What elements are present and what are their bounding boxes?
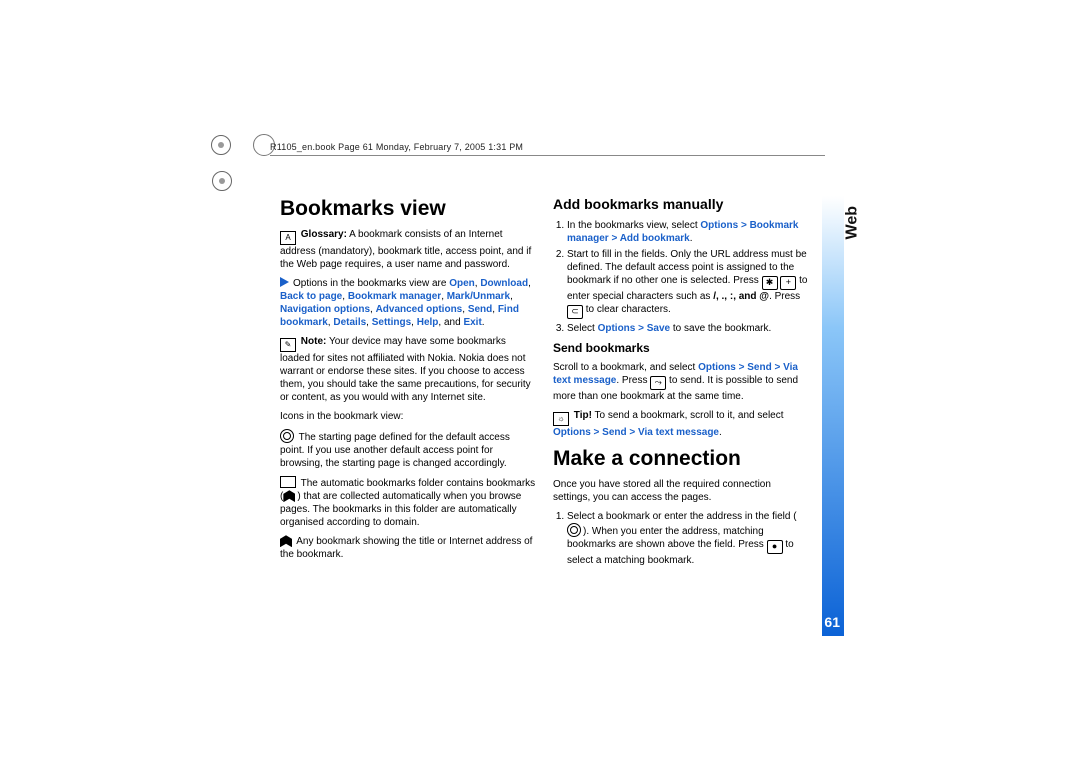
note-lead: Note: — [301, 336, 327, 347]
note-icon: ✎ — [280, 338, 296, 352]
crop-mark-icon — [212, 171, 232, 191]
tip-icon: ☼ — [553, 412, 569, 426]
tip-a: To send a bookmark, scroll to it, and se… — [592, 410, 784, 421]
options-triangle-icon — [280, 277, 289, 287]
folder-icon — [280, 476, 296, 488]
tip-b: Options > Send > Via text message — [553, 427, 719, 438]
option-open: Open — [449, 278, 475, 289]
glossary-icon: A — [280, 231, 296, 245]
option-mark-unmark: Mark/Unmark — [447, 291, 510, 302]
conn-intro: Once you have stored all the required co… — [553, 478, 810, 504]
conn-b: ). When you enter the address, matching … — [567, 526, 767, 550]
side-tab — [822, 196, 844, 636]
s1a: In the bookmarks view, select — [567, 220, 700, 231]
header-filename: R1105_en.book Page 61 Monday, February 7… — [270, 142, 523, 152]
s3c: to save the bookmark. — [670, 323, 771, 334]
crop-mark-icon — [211, 135, 231, 155]
add-step-3: Select Options > Save to save the bookma… — [567, 322, 810, 335]
heading-bookmarks-view: Bookmarks view — [280, 195, 537, 222]
option-bookmark-manager: Bookmark manager — [348, 291, 441, 302]
option-send: Send — [468, 304, 492, 315]
options-block: Options in the bookmarks view are Open , … — [280, 277, 537, 329]
add-step-1: In the bookmarks view, select Options > … — [567, 219, 810, 245]
icon-desc-bookmark: Any bookmark showing the title or Intern… — [280, 535, 537, 561]
globe-icon — [280, 429, 294, 443]
s3b: Options > Save — [598, 323, 671, 334]
page-content: Bookmarks view A Glossary: A bookmark co… — [280, 195, 810, 617]
icons-intro: Icons in the bookmark view: — [280, 410, 537, 423]
s2d: to clear characters. — [583, 304, 671, 315]
heading-add-bookmarks: Add bookmarks manually — [553, 195, 810, 213]
add-steps: In the bookmarks view, select Options > … — [553, 219, 810, 335]
header-rule — [270, 155, 825, 157]
option-advanced: Advanced options — [376, 304, 463, 315]
key-select-icon: ● — [767, 540, 783, 554]
heading-send-bookmarks: Send bookmarks — [553, 341, 810, 357]
globe-icon — [567, 523, 581, 537]
key-star-icon: ✱ — [762, 276, 778, 290]
option-back-to-page: Back to page — [280, 291, 342, 302]
tip-lead: Tip! — [574, 410, 592, 421]
conn-step-1: Select a bookmark or enter the address i… — [567, 510, 810, 567]
key-clear-icon: ⊂ — [567, 305, 583, 319]
send-c: . Press — [616, 375, 650, 386]
conn-steps: Select a bookmark or enter the address i… — [553, 510, 810, 567]
option-help: Help — [417, 317, 439, 328]
send-paragraph: Scroll to a bookmark, and select Options… — [553, 361, 810, 403]
key-call-icon: ⤳ — [650, 376, 666, 390]
s2chars: /, ., :, and @ — [713, 291, 769, 302]
glossary-lead: Glossary: — [301, 229, 347, 240]
note-block: ✎ Note: Your device may have some bookma… — [280, 335, 537, 404]
s3a: Select — [567, 323, 598, 334]
option-download: Download — [480, 278, 528, 289]
add-step-2: Start to fill in the fields. Only the UR… — [567, 248, 810, 319]
option-navigation: Navigation options — [280, 304, 370, 315]
tip-block: ☼ Tip! To send a bookmark, scroll to it,… — [553, 409, 810, 439]
side-label: Web — [843, 206, 861, 239]
icon3-text: Any bookmark showing the title or Intern… — [280, 536, 532, 560]
icon2b-text: ) that are collected automatically when … — [280, 491, 521, 528]
bookmark-leaf-icon — [283, 490, 295, 502]
bookmark-icon — [280, 535, 292, 547]
option-details: Details — [333, 317, 366, 328]
conn-a: Select a bookmark or enter the address i… — [567, 511, 797, 522]
icon-desc-auto: The automatic bookmarks folder contains … — [280, 476, 537, 529]
page-number: 61 — [824, 614, 840, 630]
icon-desc-start: The starting page defined for the defaul… — [280, 429, 537, 470]
options-tail: , and — [438, 317, 463, 328]
option-exit: Exit — [463, 317, 481, 328]
option-settings: Settings — [372, 317, 411, 328]
options-intro: Options in the bookmarks view are — [293, 278, 449, 289]
key-plus-icon: + — [780, 276, 796, 290]
heading-make-connection: Make a connection — [553, 445, 810, 472]
icon1-text: The starting page defined for the defaul… — [280, 432, 510, 469]
s2c: . Press — [769, 291, 800, 302]
glossary-block: A Glossary: A bookmark consists of an In… — [280, 228, 537, 271]
send-a: Scroll to a bookmark, and select — [553, 362, 698, 373]
